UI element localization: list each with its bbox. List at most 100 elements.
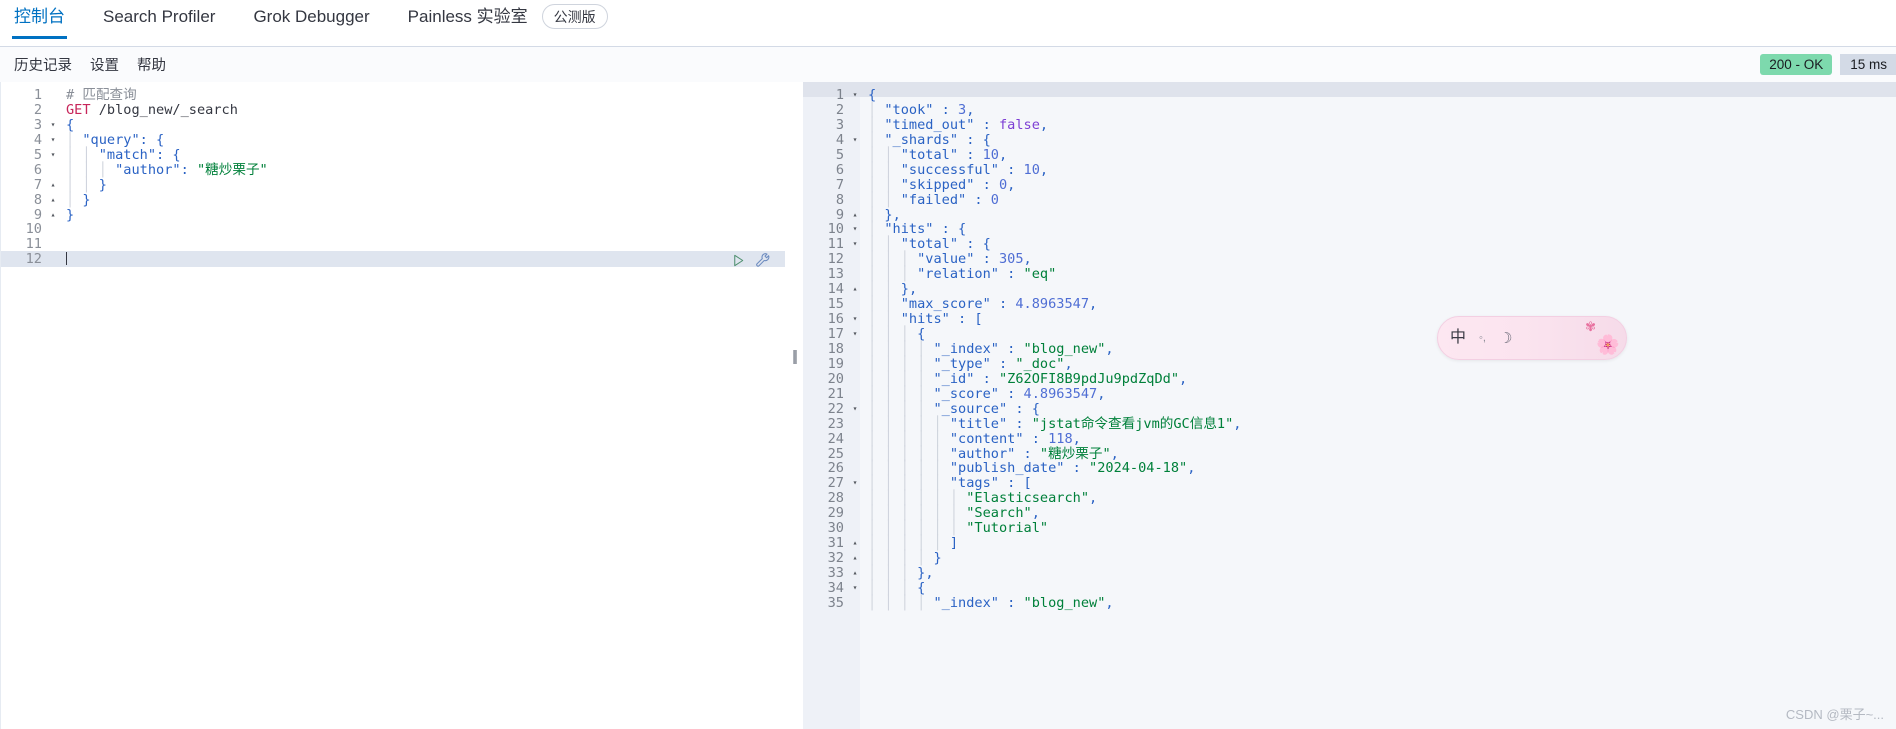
fold-toggle-icon[interactable]: ▾ — [47, 148, 59, 163]
code-line[interactable]: 22 ▾ │ │ │ │ "_source" : { — [803, 400, 1896, 417]
line-number: 24 — [827, 430, 844, 447]
line-number: 25 — [827, 445, 844, 462]
tab-painless-lab[interactable]: Painless 实验室 — [408, 8, 528, 39]
line-number: 18 — [827, 340, 844, 357]
pane-splitter-handle[interactable]: || — [792, 348, 798, 365]
code-line-text: │ │ "skipped" : 0, — [868, 176, 1016, 193]
code-line[interactable]: 33 ▴ │ │ │ }, — [803, 566, 1896, 581]
code-line[interactable]: 9 ▴ │ }, — [803, 207, 1896, 223]
fold-toggle-icon[interactable]: ▴ — [849, 536, 861, 551]
tab-search-profiler[interactable]: Search Profiler — [103, 8, 215, 39]
code-line[interactable]: 14 ▴ │ │ }, — [803, 282, 1896, 297]
line-number: 9 — [33, 206, 42, 223]
fold-toggle-icon[interactable]: ▾ — [47, 133, 59, 148]
code-line[interactable]: 8 │ │ "failed" : 0 — [803, 191, 1896, 208]
code-line[interactable]: 12 — [1, 252, 785, 267]
code-line[interactable]: 17 ▾ │ │ │ { — [803, 327, 1896, 342]
code-line[interactable]: 1 # 匹配查询 — [1, 88, 785, 103]
fold-toggle-icon[interactable]: ▾ — [47, 118, 59, 133]
tab-console-label: 控制台 — [14, 6, 65, 26]
code-line[interactable]: 3 ▾ { — [1, 117, 785, 133]
code-line[interactable]: 9 ▴} — [1, 206, 785, 223]
response-editor-pane[interactable]: 1 ▾ {2 │ "took" : 3, 3 │ "timed_out" : false,… — [803, 82, 1896, 729]
fold-toggle-icon[interactable]: ▴ — [47, 178, 59, 193]
beta-badge[interactable]: 公测版 — [541, 4, 608, 29]
fold-toggle-icon[interactable]: ▾ — [849, 222, 861, 237]
subnav-item-history[interactable]: 历史记录 — [14, 54, 72, 75]
code-line[interactable]: 34 ▾ │ │ │ { — [803, 580, 1896, 596]
code-line[interactable]: 28 │ │ │ │ │ │ "Elasticsearch", — [803, 491, 1896, 506]
line-number: 5 — [33, 146, 42, 163]
code-line[interactable]: 7 │ │ "skipped" : 0, — [803, 176, 1896, 193]
code-line[interactable]: 16 ▾ │ │ "hits" : [ — [803, 312, 1896, 327]
code-line[interactable]: 19 │ │ │ │ "_type" : "_doc", — [803, 356, 1896, 372]
fold-toggle-icon[interactable]: ▴ — [849, 208, 861, 223]
line-number: 8 — [835, 191, 844, 208]
code-line[interactable]: 3 │ "timed_out" : false, — [803, 117, 1896, 133]
code-line[interactable]: 7 ▴ │ │ } — [1, 177, 785, 193]
code-line[interactable]: 32 ▴ │ │ │ │ } — [803, 551, 1896, 566]
code-line[interactable]: 24 │ │ │ │ │ "content" : 118, — [803, 430, 1896, 447]
code-line[interactable]: 31 ▴ │ │ │ │ │ ] — [803, 536, 1896, 551]
code-line[interactable]: 2 │ "took" : 3, — [803, 102, 1896, 118]
ime-floating-toolbar[interactable]: 中 ◦, ☽ ✾ 🌸 — [1437, 316, 1627, 360]
code-line[interactable]: 11 — [1, 237, 785, 252]
wrench-icon[interactable] — [755, 252, 771, 268]
tab-grok-debugger[interactable]: Grok Debugger — [253, 8, 369, 39]
code-line[interactable]: 29 │ │ │ │ │ │ "Search", — [803, 506, 1896, 521]
line-number: 29 — [827, 505, 844, 522]
line-number: 22 — [827, 400, 844, 417]
fold-toggle-icon[interactable]: ▾ — [849, 133, 861, 148]
fold-toggle-icon[interactable]: ▴ — [47, 193, 59, 208]
code-line[interactable]: 5 ▾ │ │ "match": { — [1, 146, 785, 163]
fold-toggle-icon[interactable]: ▾ — [849, 312, 861, 327]
code-line[interactable]: 30 │ │ │ │ │ │ "Tutorial" — [803, 521, 1896, 536]
code-line[interactable]: 18 │ │ │ │ "_index" : "blog_new", — [803, 340, 1896, 357]
code-line[interactable]: 5 │ │ "total" : 10, — [803, 147, 1896, 163]
line-number: 4 — [33, 131, 42, 148]
code-line[interactable]: 6 │ │ │ "author": "糖炒栗子" — [1, 162, 785, 178]
code-line-text: │ │ │ │ │ │ "Tutorial" — [868, 520, 1049, 537]
fold-toggle-icon[interactable]: ▴ — [849, 566, 861, 581]
ime-flower-icon: 🌸 — [1596, 335, 1620, 356]
response-editor-lines[interactable]: 1 ▾ {2 │ "took" : 3, 3 │ "timed_out" : false,… — [803, 88, 1896, 611]
fold-toggle-icon[interactable]: ▾ — [849, 88, 861, 103]
code-line[interactable]: 6 │ │ "successful" : 10, — [803, 162, 1896, 178]
ime-moon-icon[interactable]: ☽ — [1499, 331, 1512, 346]
fold-toggle-icon[interactable]: ▾ — [849, 402, 861, 417]
line-number: 1 — [33, 87, 42, 103]
code-line[interactable]: 35 │ │ │ │ "_index" : "blog_new", — [803, 594, 1896, 611]
code-line[interactable]: 2 GET /blog_new/_search — [1, 102, 785, 118]
code-line[interactable]: 10 — [1, 222, 785, 237]
request-editor-pane[interactable]: 1 # 匹配查询 2 GET /blog_new/_search 3 ▾ {4 ▾ │ "que… — [0, 82, 785, 729]
code-line[interactable]: 23 │ │ │ │ │ "title" : "jstat命令查看jvm的GC信息… — [803, 416, 1896, 432]
code-line[interactable]: 21 │ │ │ │ "_score" : 4.8963547, — [803, 386, 1896, 402]
code-line[interactable]: 1 ▾ { — [803, 88, 1896, 103]
fold-toggle-icon[interactable]: ▾ — [849, 237, 861, 252]
line-number: 8 — [33, 191, 42, 208]
fold-toggle-icon[interactable]: ▾ — [849, 476, 861, 491]
fold-toggle-icon[interactable]: ▾ — [849, 327, 861, 342]
fold-toggle-icon[interactable]: ▴ — [849, 282, 861, 297]
code-line[interactable]: 4 ▾ │ "query": { — [1, 131, 785, 148]
pane-splitter[interactable]: || — [785, 82, 803, 729]
fold-toggle-icon[interactable]: ▴ — [47, 208, 59, 223]
top-navigation-bar: 控制台 Search Profiler Grok Debugger Painle… — [0, 0, 1896, 47]
tab-console[interactable]: 控制台 — [12, 6, 67, 39]
code-line[interactable]: 20 │ │ │ │ "_id" : "Z62OFI8B9pdJu9pdZqDd"… — [803, 371, 1896, 387]
fold-toggle-icon[interactable]: ▾ — [849, 581, 861, 596]
ime-language-toggle[interactable]: 中 — [1450, 330, 1466, 346]
code-line[interactable]: 15 │ │ "max_score" : 4.8963547, — [803, 297, 1896, 312]
code-line[interactable]: 13 │ │ │ "relation" : "eq" — [803, 267, 1896, 282]
fold-toggle-icon[interactable]: ▴ — [849, 551, 861, 566]
line-number: 11 — [25, 236, 42, 253]
code-line[interactable]: 12 │ │ │ "value" : 305, — [803, 252, 1896, 267]
ime-punctuation-icon[interactable]: ◦, — [1479, 332, 1486, 344]
subnav-item-settings[interactable]: 设置 — [90, 54, 119, 75]
code-line[interactable]: 8 ▴ │ } — [1, 191, 785, 208]
code-line[interactable]: 4 ▾ │ "_shards" : { — [803, 132, 1896, 148]
code-line-text: │ │ │ │ "_index" : "blog_new", — [868, 594, 1114, 611]
subnav-item-help[interactable]: 帮助 — [137, 54, 166, 75]
play-icon[interactable] — [731, 253, 746, 268]
request-editor-lines[interactable]: 1 # 匹配查询 2 GET /blog_new/_search 3 ▾ {4 ▾ │ "que… — [1, 88, 785, 267]
